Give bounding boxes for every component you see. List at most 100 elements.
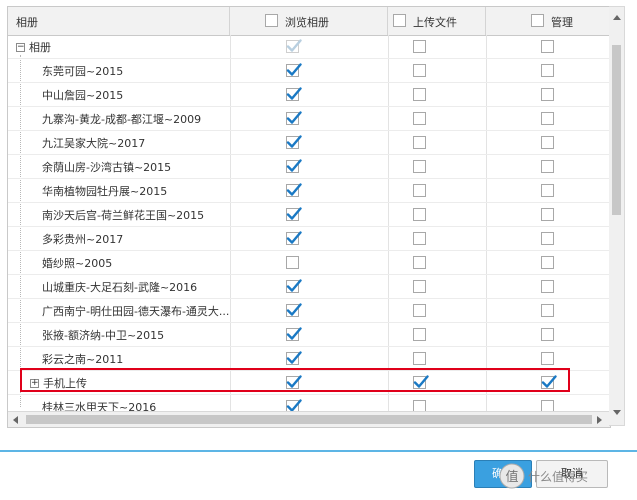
header-browse-checkbox[interactable] xyxy=(265,14,278,27)
browse-checkbox[interactable] xyxy=(286,327,302,341)
browse-checkbox[interactable] xyxy=(286,207,302,221)
album-row[interactable]: 南沙天后宫-荷兰鲜花王国~2015 xyxy=(8,203,610,227)
checkmark-icon xyxy=(286,63,302,76)
manage-checkbox[interactable] xyxy=(541,160,554,173)
manage-checkbox[interactable] xyxy=(541,40,554,53)
browse-checkbox[interactable] xyxy=(286,135,302,149)
header-browse-cell: 浏览相册 xyxy=(230,7,388,35)
browse-checkbox[interactable] xyxy=(286,303,302,317)
upload-checkbox[interactable] xyxy=(413,280,426,293)
browse-checkbox[interactable] xyxy=(286,111,302,125)
album-label: 九江吴家大院~2017 xyxy=(42,137,146,150)
browse-checkbox[interactable] xyxy=(286,231,302,245)
album-label: 彩云之南~2011 xyxy=(42,353,124,366)
browse-checkbox[interactable] xyxy=(286,256,299,269)
footer-divider xyxy=(0,450,637,452)
checkmark-icon xyxy=(286,303,302,316)
album-row[interactable]: 华南植物园牡丹展~2015 xyxy=(8,179,610,203)
browse-checkbox[interactable] xyxy=(286,159,302,173)
upload-checkbox[interactable] xyxy=(413,304,426,317)
manage-checkbox[interactable] xyxy=(541,208,554,221)
upload-checkbox[interactable] xyxy=(413,232,426,245)
collapse-icon[interactable]: − xyxy=(16,43,25,52)
permission-grid: 相册 浏览相册 上传文件 管理 − 相册 东莞可园~2015 中山詹园~2015 九寨沟… xyxy=(7,6,611,428)
browse-checkbox[interactable] xyxy=(286,279,302,293)
browse-checkbox[interactable] xyxy=(286,351,302,365)
manage-checkbox[interactable] xyxy=(541,136,554,149)
scroll-left-icon[interactable] xyxy=(13,416,18,424)
vertical-scroll-thumb[interactable] xyxy=(612,45,621,215)
album-label: 广西南宁-明仕田园-德天瀑布-通灵大... xyxy=(42,305,230,318)
checkmark-icon xyxy=(286,183,302,196)
album-row[interactable]: 多彩贵州~2017 xyxy=(8,227,610,251)
album-label: 东莞可园~2015 xyxy=(42,65,124,78)
tree-root-row[interactable]: − 相册 xyxy=(8,35,610,59)
album-label: 华南植物园牡丹展~2015 xyxy=(42,185,168,198)
header-upload-label: 上传文件 xyxy=(413,16,457,29)
album-row[interactable]: 余荫山房-沙湾古镇~2015 xyxy=(8,155,610,179)
album-row[interactable]: 九寨沟-黄龙-成都-都江堰~2009 xyxy=(8,107,610,131)
manage-checkbox[interactable] xyxy=(541,88,554,101)
checkmark-icon xyxy=(286,87,302,100)
album-label: 多彩贵州~2017 xyxy=(42,233,124,246)
browse-checkbox[interactable] xyxy=(286,39,302,53)
header-manage-checkbox[interactable] xyxy=(531,14,544,27)
album-row[interactable]: 广西南宁-明仕田园-德天瀑布-通灵大... xyxy=(8,299,610,323)
album-label: 余荫山房-沙湾古镇~2015 xyxy=(42,161,172,174)
header-upload-cell: 上传文件 xyxy=(388,7,486,35)
album-row[interactable]: 山城重庆-大足石刻-武隆~2016 xyxy=(8,275,610,299)
checkmark-icon xyxy=(286,111,302,124)
permission-dialog: 相册 浏览相册 上传文件 管理 − 相册 东莞可园~2015 中山詹园~2015 九寨沟… xyxy=(0,0,637,500)
manage-checkbox[interactable] xyxy=(541,280,554,293)
vertical-scrollbar[interactable] xyxy=(609,6,625,426)
manage-checkbox[interactable] xyxy=(541,232,554,245)
checkmark-icon xyxy=(286,207,302,220)
album-label: 相册 xyxy=(29,41,51,54)
upload-checkbox[interactable] xyxy=(413,328,426,341)
header-upload-checkbox[interactable] xyxy=(393,14,406,27)
manage-checkbox[interactable] xyxy=(541,112,554,125)
checkmark-icon xyxy=(286,327,302,340)
album-row[interactable]: 九江吴家大院~2017 xyxy=(8,131,610,155)
scroll-right-icon[interactable] xyxy=(597,416,602,424)
manage-checkbox[interactable] xyxy=(541,256,554,269)
header-manage-cell: 管理 xyxy=(486,7,610,35)
upload-checkbox[interactable] xyxy=(413,256,426,269)
highlight-box xyxy=(20,368,570,392)
grid-header: 相册 浏览相册 上传文件 管理 xyxy=(8,7,610,36)
upload-checkbox[interactable] xyxy=(413,112,426,125)
header-browse-label: 浏览相册 xyxy=(285,16,329,29)
upload-checkbox[interactable] xyxy=(413,64,426,77)
checkmark-icon xyxy=(286,279,302,292)
manage-checkbox[interactable] xyxy=(541,184,554,197)
upload-checkbox[interactable] xyxy=(413,136,426,149)
horizontal-scrollbar[interactable] xyxy=(8,411,610,427)
scroll-up-icon[interactable] xyxy=(613,15,621,20)
browse-checkbox[interactable] xyxy=(286,183,302,197)
horizontal-scroll-thumb[interactable] xyxy=(26,415,592,424)
album-row[interactable]: 婚纱照~2005 xyxy=(8,251,610,275)
album-row[interactable]: 东莞可园~2015 xyxy=(8,59,610,83)
header-album-cell: 相册 xyxy=(8,7,230,35)
scroll-down-icon[interactable] xyxy=(613,410,621,415)
album-row[interactable]: 张掖-额济纳-中卫~2015 xyxy=(8,323,610,347)
album-label: 山城重庆-大足石刻-武隆~2016 xyxy=(42,281,198,294)
watermark-logo: 值 什么值得买 xyxy=(499,463,588,489)
manage-checkbox[interactable] xyxy=(541,328,554,341)
manage-checkbox[interactable] xyxy=(541,64,554,77)
manage-checkbox[interactable] xyxy=(541,352,554,365)
manage-checkbox[interactable] xyxy=(541,304,554,317)
upload-checkbox[interactable] xyxy=(413,208,426,221)
album-label: 婚纱照~2005 xyxy=(42,257,113,270)
checkmark-icon xyxy=(286,351,302,364)
album-row[interactable]: 中山詹园~2015 xyxy=(8,83,610,107)
upload-checkbox[interactable] xyxy=(413,352,426,365)
upload-checkbox[interactable] xyxy=(413,88,426,101)
album-label: 中山詹园~2015 xyxy=(42,89,124,102)
checkmark-icon xyxy=(286,39,302,52)
browse-checkbox[interactable] xyxy=(286,87,302,101)
upload-checkbox[interactable] xyxy=(413,160,426,173)
upload-checkbox[interactable] xyxy=(413,184,426,197)
upload-checkbox[interactable] xyxy=(413,40,426,53)
browse-checkbox[interactable] xyxy=(286,63,302,77)
